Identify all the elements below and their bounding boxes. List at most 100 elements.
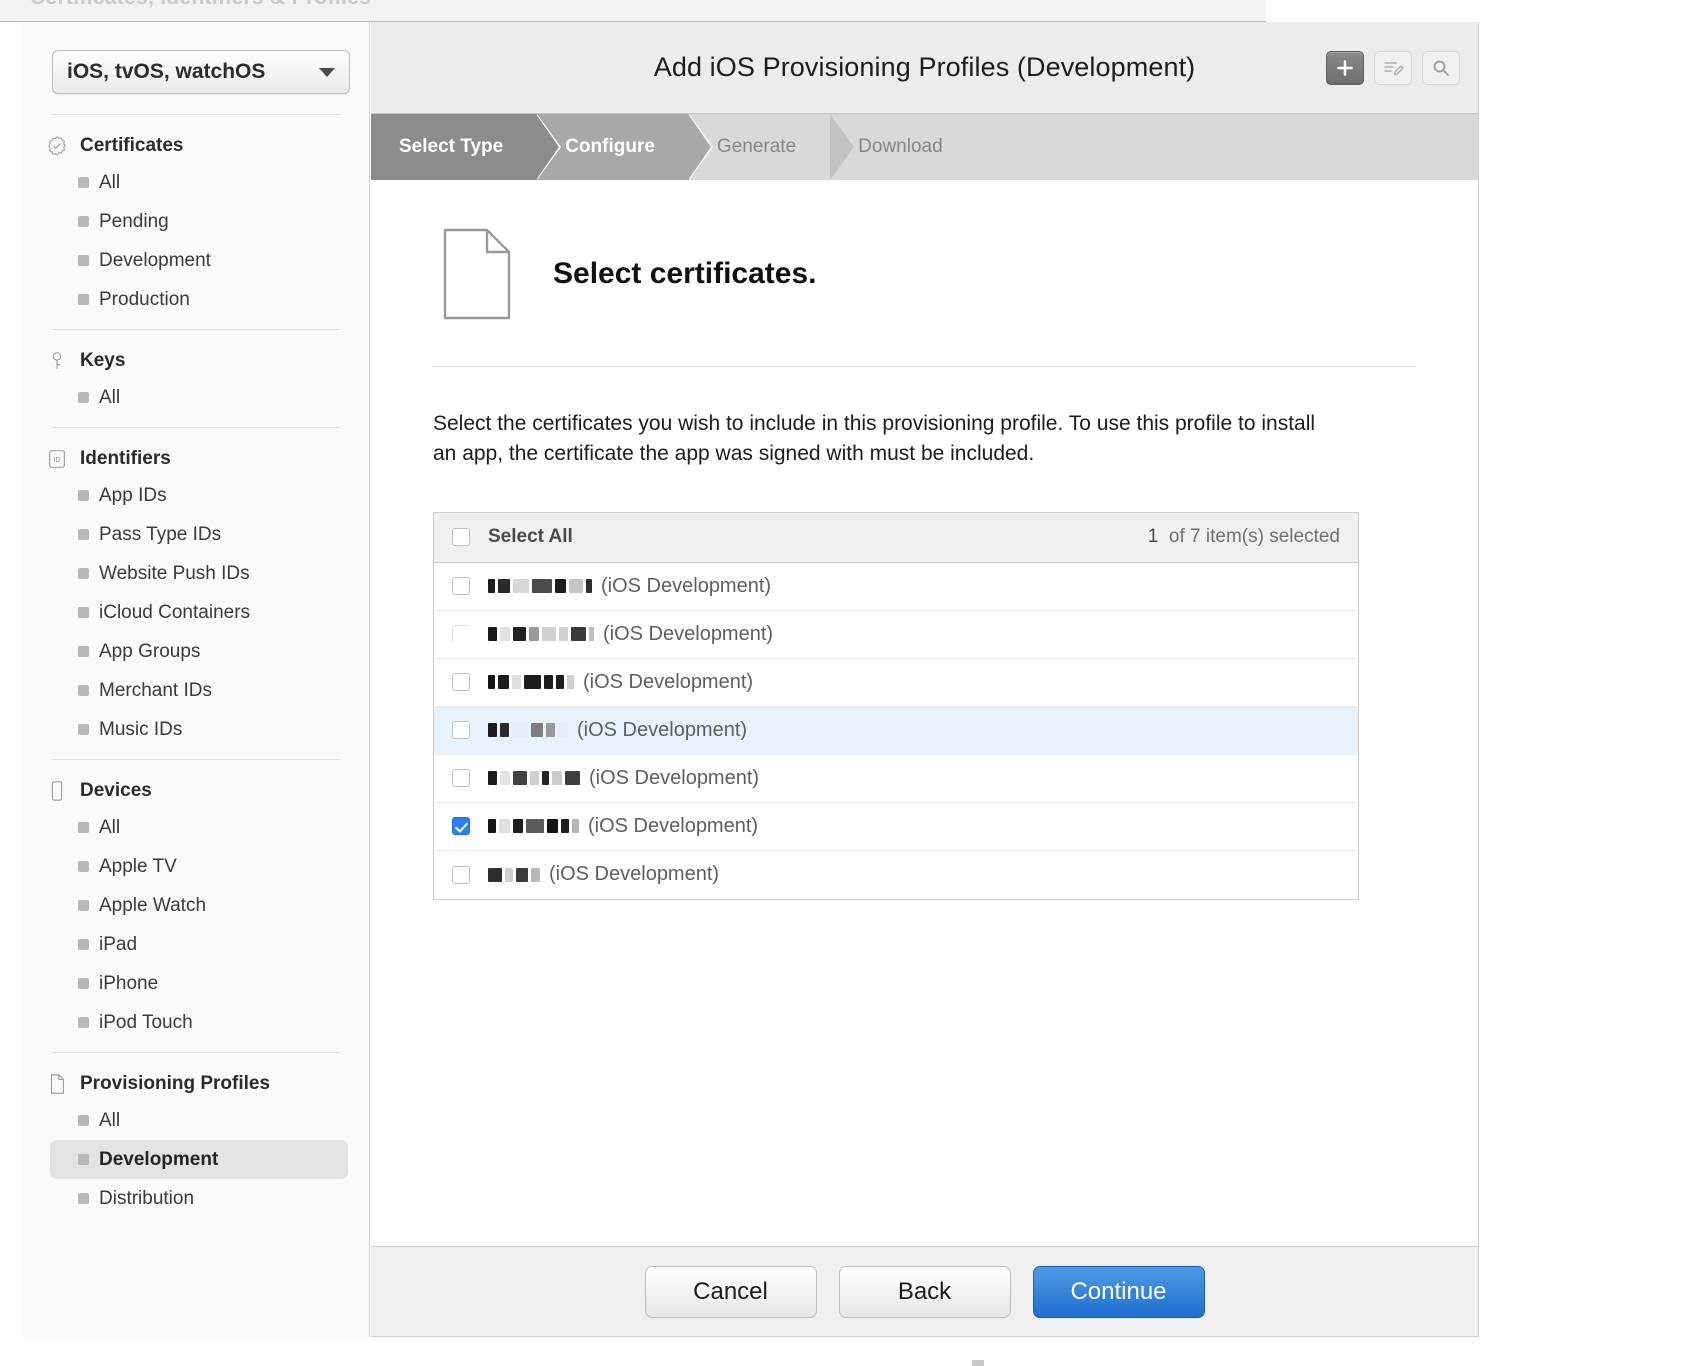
row-checkbox[interactable]	[452, 625, 470, 644]
bullet-icon	[78, 900, 89, 911]
chevron-down-icon	[319, 67, 335, 77]
sidebar-item-apple-tv[interactable]: Apple TV	[50, 847, 348, 886]
row-label: (iOS Development)	[488, 623, 773, 646]
row-checkbox[interactable]	[452, 817, 470, 836]
sidebar-item-label: iPad	[99, 933, 138, 955]
sidebar-item-label: All	[99, 1109, 121, 1131]
bullet-icon	[78, 978, 89, 989]
app-window: Certificates, Identifiers & Profiles iOS…	[0, 0, 1684, 1366]
sidebar-item-certificates-development[interactable]: Development	[50, 241, 348, 280]
main-body: Select certificates. Select the certific…	[371, 180, 1478, 1247]
main-header: Add iOS Provisioning Profiles (Developme…	[371, 22, 1478, 114]
sidebar-item-certificates-all[interactable]: All	[50, 163, 348, 202]
sidebar-item-iphone[interactable]: iPhone	[50, 964, 348, 1003]
bullet-icon	[78, 177, 89, 188]
add-button[interactable]	[1326, 50, 1364, 85]
table-row[interactable]: (iOS Development)	[434, 563, 1358, 611]
table-row[interactable]: (iOS Development)	[434, 706, 1358, 755]
sidebar-nav: Certificates All Pending Development Pro…	[22, 114, 370, 1228]
redacted-certificate-name	[488, 672, 577, 692]
sidebar-item-certificates-pending[interactable]: Pending	[50, 202, 348, 241]
sidebar-item-icloud-containers[interactable]: iCloud Containers	[50, 593, 348, 632]
bullet-icon	[78, 529, 89, 540]
bullet-icon	[78, 568, 89, 579]
sidebar-item-label: All	[99, 816, 121, 838]
row-suffix: (iOS Development)	[588, 814, 759, 837]
cancel-button[interactable]: Cancel	[644, 1265, 817, 1318]
bullet-icon	[78, 939, 89, 950]
continue-button[interactable]: Continue	[1032, 1265, 1205, 1318]
sidebar-item-music-ids[interactable]: Music IDs	[50, 710, 348, 749]
nav-group-label: Identifiers	[80, 448, 171, 469]
sidebar-item-merchant-ids[interactable]: Merchant IDs	[50, 671, 348, 710]
sidebar-item-ipod-touch[interactable]: iPod Touch	[50, 1003, 348, 1042]
sidebar-item-label: iCloud Containers	[99, 601, 251, 623]
sidebar-item-keys-all[interactable]: All	[50, 378, 348, 417]
row-suffix: (iOS Development)	[549, 863, 720, 886]
window-resize-handle[interactable]	[972, 1360, 984, 1366]
redacted-certificate-name	[488, 576, 595, 596]
bullet-icon	[78, 646, 89, 657]
main-panel: Add iOS Provisioning Profiles (Developme…	[371, 22, 1479, 1247]
edit-button[interactable]	[1374, 50, 1412, 85]
window-bottom-edge	[0, 1346, 1684, 1366]
back-button[interactable]: Back	[838, 1265, 1011, 1318]
row-checkbox[interactable]	[452, 673, 470, 692]
sidebar-item-certificates-production[interactable]: Production	[50, 280, 348, 319]
selection-count: 1 of 7 item(s) selected	[1148, 526, 1340, 548]
device-phone-icon	[51, 781, 63, 801]
sidebar-item-label: App Groups	[99, 640, 201, 662]
sidebar-item-app-groups[interactable]: App Groups	[50, 632, 348, 671]
sidebar-item-profiles-distribution[interactable]: Distribution	[50, 1179, 348, 1218]
certificate-seal-icon	[48, 136, 66, 156]
certificate-list: Select All 1 of 7 item(s) selected (iOS …	[433, 511, 1359, 900]
table-row[interactable]: (iOS Development)	[434, 803, 1358, 851]
sidebar-item-app-ids[interactable]: App IDs	[50, 476, 348, 515]
id-badge-icon: ID	[49, 450, 65, 468]
sidebar-item-profiles-development[interactable]: Development	[50, 1140, 348, 1179]
sidebar-item-label: Pass Type IDs	[99, 523, 222, 545]
sidebar-item-label: All	[99, 171, 121, 193]
nav-group-header-devices: Devices	[22, 774, 370, 808]
bullet-icon	[78, 1017, 89, 1028]
sidebar-item-label: Music IDs	[99, 718, 183, 740]
sidebar-item-profiles-all[interactable]: All	[50, 1101, 348, 1140]
row-label: (iOS Development)	[488, 863, 719, 886]
os-platform-select-value: iOS, tvOS, watchOS	[67, 60, 266, 83]
table-row[interactable]: (iOS Development)	[434, 851, 1358, 899]
edit-pencil-icon	[1384, 61, 1404, 75]
redacted-certificate-name	[488, 624, 597, 644]
sidebar-item-ipad[interactable]: iPad	[50, 925, 348, 964]
sidebar-item-apple-watch[interactable]: Apple Watch	[50, 886, 348, 925]
row-suffix: (iOS Development)	[603, 622, 774, 645]
sidebar-item-label: Apple Watch	[99, 894, 207, 916]
row-checkbox[interactable]	[452, 865, 470, 884]
bullet-icon	[78, 822, 89, 833]
table-row[interactable]: (iOS Development)	[434, 755, 1358, 803]
search-button[interactable]	[1422, 50, 1460, 85]
step-label: Generate	[716, 136, 797, 157]
select-all-checkbox[interactable]	[452, 528, 470, 547]
table-row[interactable]: (iOS Development)	[434, 611, 1358, 659]
select-all-label: Select All	[488, 526, 573, 548]
table-row[interactable]: (iOS Development)	[434, 659, 1358, 707]
header-toolbar	[1326, 50, 1460, 85]
sidebar-item-label: Apple TV	[99, 855, 177, 877]
sidebar-item-label: iPhone	[99, 972, 159, 994]
row-checkbox[interactable]	[452, 577, 470, 596]
content-intro: Select certificates.	[403, 180, 1446, 320]
redacted-certificate-name	[488, 768, 583, 788]
row-checkbox[interactable]	[452, 769, 470, 788]
sidebar-item-pass-type-ids[interactable]: Pass Type IDs	[50, 515, 348, 554]
os-platform-select[interactable]: iOS, tvOS, watchOS	[52, 50, 350, 94]
step-select-type[interactable]: Select Type	[371, 114, 562, 180]
sidebar-item-website-push-ids[interactable]: Website Push IDs	[50, 554, 348, 593]
row-checkbox[interactable]	[452, 721, 470, 740]
sidebar-item-label: iPod Touch	[99, 1011, 193, 1033]
sidebar-item-label: Development	[99, 1148, 219, 1170]
key-icon	[52, 352, 62, 369]
nav-group-header-keys: Keys	[22, 344, 370, 378]
row-label: (iOS Development)	[488, 719, 747, 742]
nav-group-provisioning-profiles: Provisioning Profiles All Development Di…	[22, 1053, 370, 1228]
sidebar-item-devices-all[interactable]: All	[50, 808, 348, 847]
